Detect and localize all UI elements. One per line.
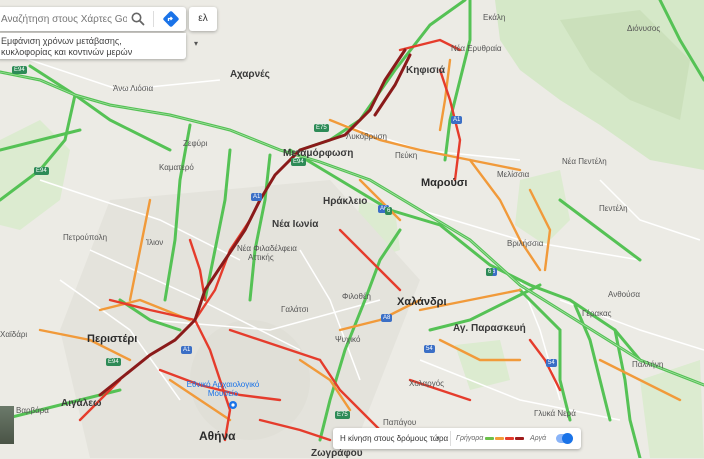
road-shield: E94	[291, 158, 306, 166]
place-label-kifisia[interactable]: Κηφισιά	[406, 65, 445, 76]
place-label-ilion[interactable]: Ίλιον	[146, 238, 163, 247]
legend-dropdown-caret-icon[interactable]: ▾	[436, 434, 440, 442]
place-label-ag-paraskevi[interactable]: Αγ. Παρασκευή	[453, 323, 526, 334]
place-label-acharnes[interactable]: Αχαρνές	[230, 69, 270, 80]
travel-hint-field[interactable]	[0, 33, 184, 59]
place-label-filothei[interactable]: Φιλοθέη	[342, 292, 371, 301]
place-label-chalandri[interactable]: Χαλάνδρι	[397, 296, 447, 308]
legend-swatch-moderate	[495, 437, 504, 440]
place-label-peristeri[interactable]: Περιστέρι	[87, 333, 137, 345]
place-label-cholargos[interactable]: Χολαργός	[409, 379, 444, 388]
place-label-ano-liosia[interactable]: Άνω Λιόσια	[113, 84, 153, 93]
place-label-nea-erythraia[interactable]: Νέα Ερυθραία	[451, 44, 501, 53]
hint-collapse-caret-icon[interactable]: ▾	[194, 39, 198, 48]
search-input[interactable]	[0, 7, 127, 31]
traffic-toggle[interactable]	[556, 433, 573, 444]
place-label-pallini[interactable]: Παλλήνη	[632, 360, 663, 369]
road-shield: A8	[381, 314, 393, 322]
place-label-papagou[interactable]: Παπάγου	[383, 418, 416, 427]
search-icon[interactable]	[130, 11, 146, 27]
place-label-pefki[interactable]: Πεύκη	[395, 151, 417, 160]
road-shield: 54	[546, 359, 557, 367]
museum-marker-dot	[231, 403, 235, 407]
legend-slow-label: Αργά	[530, 435, 547, 442]
place-label-psychiko[interactable]: Ψυχικό	[335, 335, 360, 344]
traffic-legend: Η κίνηση στους δρόμους τώρα ▾ Γρήγορα Αρ…	[333, 428, 581, 449]
place-label-glyka-nera[interactable]: Γλυκά Νερά	[534, 409, 576, 418]
place-label-zografou[interactable]: Ζωγράφου	[311, 448, 363, 459]
place-label-nea-filadelfeia[interactable]: Νέα Φιλαδέλφεια	[237, 244, 297, 253]
place-label-petroupoli[interactable]: Πετρούπολη	[63, 233, 107, 242]
place-label-marousi[interactable]: Μαρούσι	[421, 177, 467, 189]
place-label-athina[interactable]: Αθήνα	[199, 429, 236, 443]
travel-hint-box	[0, 33, 186, 59]
street-view-thumbnail[interactable]	[0, 406, 14, 444]
place-label-galatsi[interactable]: Γαλάτσι	[281, 305, 308, 314]
place-label-varvara[interactable]: Βαρβάρα	[16, 406, 49, 415]
map-canvas[interactable]	[0, 0, 704, 458]
legend-swatch-slow	[505, 437, 514, 440]
place-label-zefyri[interactable]: Ζεφύρι	[183, 139, 207, 148]
road-shield: A1	[181, 346, 193, 354]
legend-fast-label: Γρήγορα	[456, 435, 484, 442]
road-shield: E94	[106, 358, 121, 366]
legend-divider	[450, 431, 451, 446]
place-label-anthousa[interactable]: Ανθούσα	[608, 290, 640, 299]
place-label-attikis: Αττικής	[248, 253, 274, 262]
place-label-lykovrysi[interactable]: Λυκόβρυση	[346, 132, 387, 141]
poi-label-archaeological-museum[interactable]: Εθνικό Αρχαιολογικό Μουσείο	[173, 380, 273, 398]
place-label-melissia[interactable]: Μελίσσια	[497, 170, 529, 179]
place-label-irakleio[interactable]: Ηράκλειο	[323, 196, 367, 207]
road-shield: 54	[424, 345, 435, 353]
road-shield: E75	[314, 124, 329, 132]
road-shield: A1	[451, 116, 463, 124]
legend-swatch-very-slow	[515, 437, 524, 440]
road-shield: 6	[486, 268, 494, 276]
place-label-kamatero[interactable]: Καματερό	[159, 163, 194, 172]
place-label-gerakas[interactable]: Γέρακας	[582, 309, 612, 318]
road-shield: A1	[251, 193, 263, 201]
place-label-aigaleo[interactable]: Αιγάλεω	[61, 398, 101, 409]
place-label-vrilissia[interactable]: Βριλήσσια	[507, 239, 543, 248]
place-label-dionysos[interactable]: Διόνυσος	[627, 24, 660, 33]
place-label-penteli[interactable]: Πεντέλη	[599, 204, 628, 213]
traffic-legend-title[interactable]: Η κίνηση στους δρόμους τώρα	[340, 434, 448, 443]
search-box[interactable]	[0, 7, 186, 31]
traffic-toggle-knob	[562, 433, 573, 444]
place-label-nea-penteli[interactable]: Νέα Πεντέλη	[562, 157, 607, 166]
search-divider	[153, 11, 154, 27]
road-shield: E94	[12, 66, 27, 74]
directions-icon[interactable]	[162, 10, 180, 28]
legend-swatch-fast	[485, 437, 494, 440]
place-label-chaidari[interactable]: Χαϊδάρι	[0, 330, 27, 339]
place-label-nea-ionia[interactable]: Νέα Ιωνία	[272, 219, 318, 230]
road-shield: 6	[385, 207, 393, 215]
language-button[interactable]: ελ	[189, 7, 217, 31]
road-shield: E75	[335, 411, 350, 419]
place-label-ekali[interactable]: Εκάλη	[483, 13, 505, 22]
road-shield: E94	[34, 167, 49, 175]
